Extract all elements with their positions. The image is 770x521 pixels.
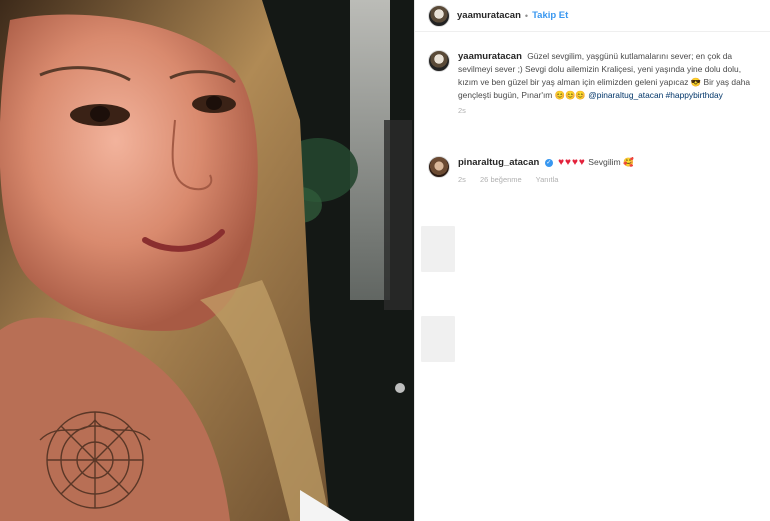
- comment-meta: 2s 26 beğenme Yanıtla: [458, 173, 634, 186]
- comment-timestamp: 2s: [458, 175, 466, 184]
- caption-tags[interactable]: @pinaraltug_atacan #happybirthday: [588, 90, 723, 100]
- comment-text: Sevgilim: [588, 157, 621, 167]
- portrait-photo-illustration: [0, 0, 414, 521]
- caption-body: yaamuratacan Güzel sevgilim, yaşgünü kut…: [458, 50, 758, 117]
- author-username[interactable]: yaamuratacan: [457, 10, 521, 21]
- post-photo: [0, 0, 414, 521]
- caption-username[interactable]: yaamuratacan: [458, 51, 522, 62]
- comment-placeholder: [421, 226, 455, 272]
- author-avatar[interactable]: [428, 4, 450, 27]
- commenter-avatar[interactable]: [428, 156, 450, 178]
- caption-timestamp: 2s: [458, 106, 466, 115]
- comment-emoji: 🥰: [623, 157, 634, 167]
- commenter-username[interactable]: pinaraltug_atacan: [458, 157, 539, 168]
- comment-likes[interactable]: 26 beğenme: [480, 175, 522, 184]
- reply-button[interactable]: Yanıtla: [536, 175, 559, 184]
- separator-dot: •: [524, 10, 529, 21]
- comment-item: pinaraltug_atacan ✓ ♥♥♥♥ Sevgilim 🥰 2s 2…: [428, 156, 764, 186]
- comment-placeholder: [421, 316, 455, 362]
- post-header: yaamuratacan • Takip Et: [415, 0, 770, 32]
- comment-hearts: ♥♥♥♥: [558, 157, 586, 168]
- verified-badge-icon: ✓: [544, 158, 553, 167]
- caption-author-avatar[interactable]: [428, 50, 450, 72]
- comment-body: pinaraltug_atacan ✓ ♥♥♥♥ Sevgilim 🥰 2s 2…: [458, 156, 634, 186]
- follow-button[interactable]: Takip Et: [532, 10, 568, 21]
- post-caption: yaamuratacan Güzel sevgilim, yaşgünü kut…: [428, 50, 764, 117]
- post-details-panel: yaamuratacan • Takip Et yaamuratacan Güz…: [414, 0, 770, 521]
